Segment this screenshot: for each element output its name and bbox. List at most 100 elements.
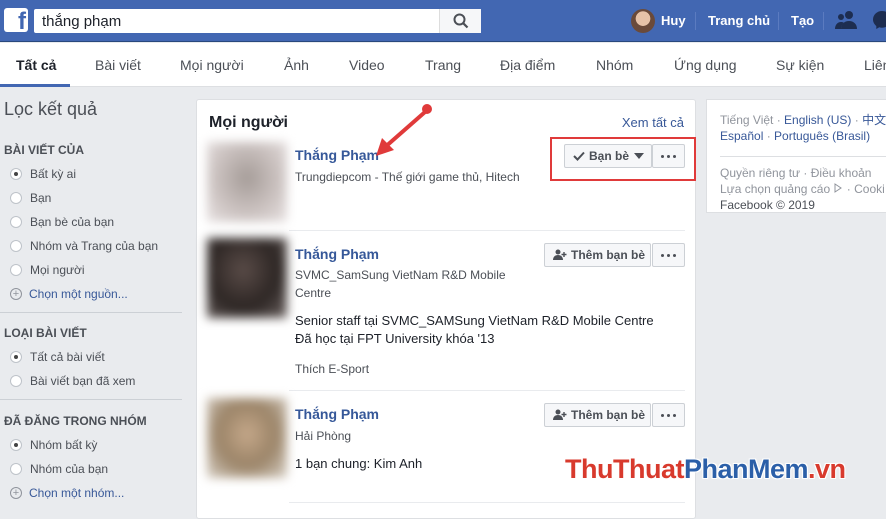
profile-photo[interactable] [207,142,287,222]
search-filter-tabs: Tất cả Bài viết Mọi người Ảnh Video Tran… [0,43,886,87]
radio[interactable] [10,264,22,276]
language-link[interactable]: 中文 [862,113,886,127]
filter-option-label: Nhóm của bạn [30,462,109,476]
radio-selected[interactable] [10,351,22,363]
filter-option-label: Nhóm bất kỳ [30,438,98,452]
person-name[interactable]: Thắng Phạm [295,147,379,163]
divider [289,230,685,231]
person-bio: Đã học tại FPT University khóa '13 [295,331,495,346]
tab-all[interactable]: Tất cả [16,57,56,73]
filter-option[interactable]: Mọi người [10,263,85,277]
friend-requests-icon[interactable] [835,10,857,30]
add-friend-icon [553,409,567,420]
person-bio: Senior staff tại SVMC_SAMSung VietNam R&… [295,313,654,328]
ad-choices-icon [834,183,843,193]
search-button[interactable] [439,9,481,33]
radio[interactable] [10,192,22,204]
facebook-logo[interactable]: f [4,8,28,32]
avatar[interactable] [631,9,655,33]
mutual-friends: 1 bạn chung: Kim Anh [295,456,423,471]
tab-places[interactable]: Địa điểm [500,57,555,73]
tab-apps[interactable]: Ứng dụng [674,57,737,73]
person-name[interactable]: Thắng Phạm [295,246,379,262]
filter-option[interactable]: Bạn [10,191,51,205]
filter-heading-posted-by: BÀI VIẾT CỦA [4,143,85,157]
tab-videos[interactable]: Video [349,57,385,73]
profile-photo[interactable] [207,398,287,478]
language-link[interactable]: English (US) [784,113,851,127]
filter-option[interactable]: Nhóm bất kỳ [10,438,97,452]
footer-link[interactable]: Điều khoản [811,166,872,180]
filter-option-label: Bạn bè của bạn [30,215,115,229]
footer-link[interactable]: Quyền riêng tư [720,166,800,180]
more-options-button[interactable] [652,243,685,267]
filter-option-label: Tất cả bài viết [30,350,105,364]
search-input[interactable] [34,9,439,33]
divider [289,390,685,391]
person-likes: Thích E-Sport [295,362,370,376]
top-navigation-bar: f Huy Trang chủ Tạo [0,0,886,42]
search-box [34,9,481,33]
filter-option[interactable]: Bất kỳ ai [10,167,76,181]
create-link[interactable]: Tạo [791,13,814,28]
language-link[interactable]: Español [720,129,763,143]
filter-option-label: Nhóm và Trang của bạn [30,239,159,253]
tab-events[interactable]: Sự kiện [776,57,824,73]
nav-divider [695,12,696,30]
tab-groups[interactable]: Nhóm [596,57,633,73]
radio[interactable] [10,375,22,387]
profile-photo[interactable] [207,238,287,318]
tab-pages[interactable]: Trang [425,57,461,73]
language-link[interactable]: Português (Brasil) [774,129,870,143]
add-friend-button[interactable]: Thêm bạn bè [544,243,651,267]
radio-selected[interactable] [10,439,22,451]
facebook-logo-letter: f [18,8,26,32]
home-link[interactable]: Trang chủ [708,13,770,28]
watermark: ThuThuatPhanMem.vn [565,454,846,485]
add-friend-icon [553,249,567,260]
add-friend-label: Thêm bạn bè [571,248,646,262]
filter-option[interactable]: Bạn bè của bạn [10,215,114,229]
filter-option[interactable]: Nhóm và Trang của bạn [10,239,158,253]
footer-link[interactable]: Lựa chọn quảng cáo [720,182,830,196]
copyright: Facebook © 2019 [720,198,815,212]
filter-option[interactable]: Bài viết bạn đã xem [10,374,135,388]
tab-posts[interactable]: Bài viết [95,57,141,73]
person-name[interactable]: Thắng Phạm [295,406,379,422]
person-subtitle: Centre [295,286,332,300]
person-subtitle: SVMC_SamSung VietNam R&D Mobile [295,268,506,282]
choose-source-label: Chọn một nguồn... [29,287,128,301]
highlight-box [550,137,696,181]
search-icon [453,13,468,29]
filter-option[interactable]: Tất cả bài viết [10,350,105,364]
nav-divider [823,12,824,30]
divider [720,156,886,157]
choose-group-link[interactable]: + Chọn một nhóm... [10,486,124,500]
see-all-link[interactable]: Xem tất cả [622,115,684,130]
tab-more[interactable]: Liên [864,57,886,73]
radio[interactable] [10,463,22,475]
add-friend-label: Thêm bạn bè [571,408,646,422]
messenger-icon[interactable] [872,10,886,30]
tab-photos[interactable]: Ảnh [284,57,309,73]
filter-heading-post-type: LOẠI BÀI VIẾT [4,326,87,340]
more-options-button[interactable] [652,403,685,427]
filter-option[interactable]: Nhóm của bạn [10,462,108,476]
current-language: Tiếng Việt [720,113,774,127]
divider [0,399,182,400]
radio[interactable] [10,240,22,252]
divider [289,502,685,503]
watermark-part: ThuThuat [565,454,684,484]
choose-source-link[interactable]: + Chọn một nguồn... [10,287,128,301]
footer-card: Tiếng Việt · English (US) · 中文 Español ·… [706,99,886,213]
radio[interactable] [10,216,22,228]
plus-icon: + [10,288,22,300]
radio-selected[interactable] [10,168,22,180]
filter-option-label: Mọi người [30,263,85,277]
filter-sidebar: Lọc kết quả BÀI VIẾT CỦA Bất kỳ ai Bạn B… [0,87,182,505]
add-friend-button[interactable]: Thêm bạn bè [544,403,651,427]
nav-divider [778,12,779,30]
profile-link[interactable]: Huy [661,13,686,28]
footer-link[interactable]: Cooki [854,182,885,196]
tab-people[interactable]: Mọi người [180,57,244,73]
